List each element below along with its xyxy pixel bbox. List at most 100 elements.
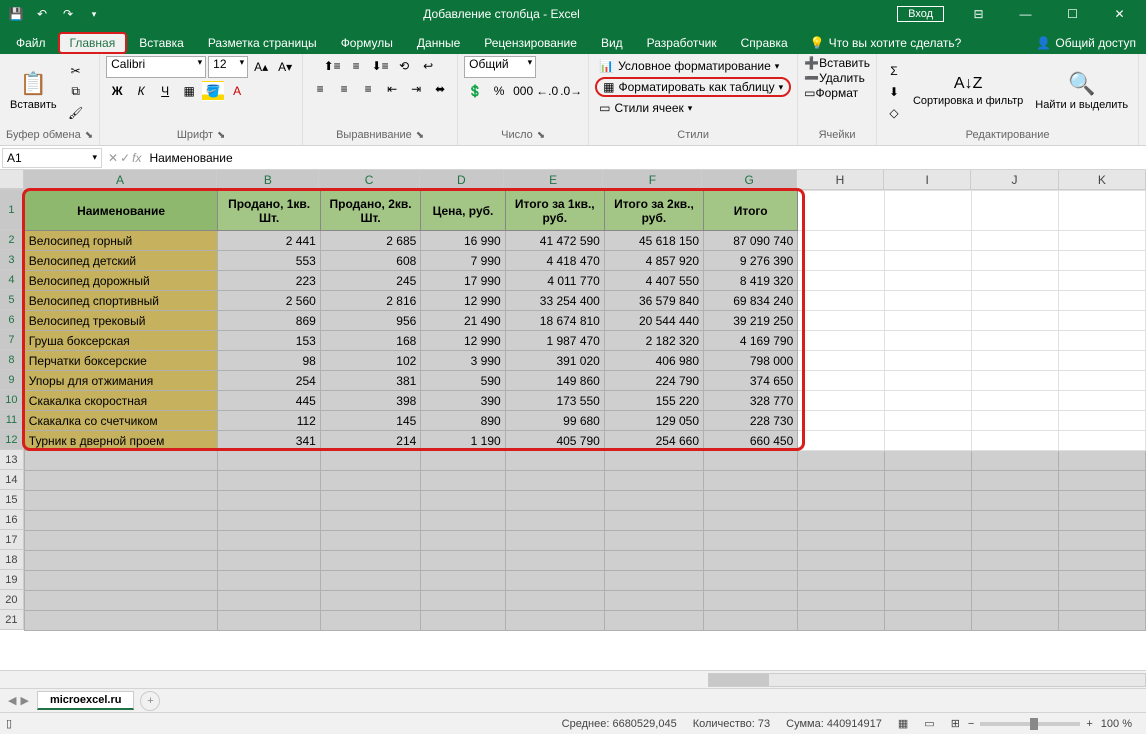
tab-developer[interactable]: Разработчик [635,32,729,54]
cell[interactable]: 4 418 470 [505,251,604,271]
cell[interactable]: 168 [320,331,420,351]
row-header-18[interactable]: 18 [0,550,24,570]
cell[interactable]: 8 419 320 [704,271,798,291]
row-header-19[interactable]: 19 [0,570,24,590]
row-header-16[interactable]: 16 [0,510,24,530]
cell[interactable]: 223 [218,271,320,291]
view-pagelayout-icon[interactable]: ▭ [916,717,942,730]
row-header-4[interactable]: 4 [0,270,24,290]
col-header-B[interactable]: B [217,170,319,189]
merge-icon[interactable]: ⬌ [429,79,451,99]
clipboard-launcher-icon[interactable]: ⬊ [85,130,93,141]
cell[interactable]: 869 [218,311,320,331]
tab-pagelayout[interactable]: Разметка страницы [196,32,329,54]
tab-file[interactable]: Файл [4,32,58,54]
cell[interactable]: 445 [218,391,320,411]
cell[interactable]: 39 219 250 [704,311,798,331]
cell[interactable]: 4 169 790 [704,331,798,351]
cell[interactable]: 33 254 400 [505,291,604,311]
row-header-12[interactable]: 12 [0,430,24,450]
conditional-formatting-button[interactable]: 📊Условное форматирование▾ [595,56,783,76]
tab-insert[interactable]: Вставка [127,32,196,54]
insert-cells-button[interactable]: ➕Вставить [804,56,870,70]
table-row[interactable]: Скакалка скоростная445398390173 550155 2… [24,391,1145,411]
cell[interactable]: 890 [421,411,505,431]
cell[interactable]: 254 [218,371,320,391]
col-header-H[interactable]: H [797,170,884,189]
name-box[interactable]: A1▾ [2,148,102,168]
table-row[interactable] [24,551,1145,571]
record-macro-icon[interactable]: ▯ [6,717,12,730]
table-header[interactable]: Итого [704,191,798,231]
cell[interactable]: 153 [218,331,320,351]
cell[interactable]: 98 [218,351,320,371]
cell[interactable]: Велосипед детский [24,251,218,271]
table-header[interactable]: Продано, 1кв. Шт. [218,191,320,231]
col-header-J[interactable]: J [971,170,1058,189]
align-top-icon[interactable]: ⬆≡ [321,56,343,76]
col-header-K[interactable]: K [1059,170,1146,189]
sort-filter-button[interactable]: A↓ZСортировка и фильтр [909,59,1027,125]
cell[interactable]: 553 [218,251,320,271]
cell[interactable]: 398 [320,391,420,411]
cell[interactable]: 2 182 320 [604,331,703,351]
cell[interactable]: 87 090 740 [704,231,798,251]
table-row[interactable]: Упоры для отжимания254381590149 860224 7… [24,371,1145,391]
cell[interactable]: 391 020 [505,351,604,371]
col-header-F[interactable]: F [603,170,702,189]
row-header-2[interactable]: 2 [0,230,24,250]
select-all-corner[interactable] [0,170,24,189]
table-row[interactable] [24,591,1145,611]
row-header-20[interactable]: 20 [0,590,24,610]
cell[interactable]: 228 730 [704,411,798,431]
format-painter-icon[interactable]: 🖌 [65,103,87,123]
align-bottom-icon[interactable]: ⬇≡ [369,56,391,76]
spreadsheet-grid[interactable]: ABCDEFGHIJK 1234567891011121314151617181… [0,170,1146,670]
cell[interactable]: Упоры для отжимания [24,371,218,391]
view-normal-icon[interactable]: ▦ [890,717,916,730]
cell[interactable]: 2 560 [218,291,320,311]
close-icon[interactable]: ✕ [1097,0,1142,28]
bold-icon[interactable]: Ж [106,81,128,101]
cell[interactable]: 1 987 470 [505,331,604,351]
table-header[interactable]: Итого за 1кв., руб. [505,191,604,231]
cell[interactable]: 590 [421,371,505,391]
view-pagebreak-icon[interactable]: ⊞ [943,717,968,730]
table-header[interactable]: Наименование [24,191,218,231]
cell[interactable]: 2 685 [320,231,420,251]
row-header-11[interactable]: 11 [0,410,24,430]
cell[interactable]: Велосипед горный [24,231,218,251]
cancel-formula-icon[interactable]: ✕ [108,151,118,165]
tab-home[interactable]: Главная [58,32,128,54]
align-right-icon[interactable]: ≡ [357,79,379,99]
format-cells-button[interactable]: ▭Формат [804,86,858,100]
sheet-nav-next-icon[interactable]: ▶ [20,694,28,707]
confirm-formula-icon[interactable]: ✓ [120,151,130,165]
currency-icon[interactable]: 💲 [464,81,486,101]
cell[interactable]: 214 [320,431,420,451]
cell[interactable]: 245 [320,271,420,291]
fill-color-icon[interactable]: 🪣 [202,81,224,101]
table-row[interactable] [24,511,1145,531]
copy-icon[interactable]: ⧉ [65,82,87,102]
table-row[interactable]: Велосипед детский5536087 9904 418 4704 8… [24,251,1145,271]
qat-dropdown-icon[interactable]: ▾ [82,2,106,26]
cell[interactable]: 12 990 [421,331,505,351]
cell[interactable]: Скакалка скоростная [24,391,218,411]
cell[interactable]: 341 [218,431,320,451]
row-header-3[interactable]: 3 [0,250,24,270]
cell[interactable]: 1 190 [421,431,505,451]
table-row[interactable]: Перчатки боксерские981023 990391 020406 … [24,351,1145,371]
table-row[interactable] [24,531,1145,551]
cell[interactable]: 12 990 [421,291,505,311]
table-header[interactable]: Продано, 2кв. Шт. [320,191,420,231]
row-header-8[interactable]: 8 [0,350,24,370]
save-icon[interactable]: 💾 [4,2,28,26]
col-header-C[interactable]: C [319,170,419,189]
font-name-select[interactable]: Calibri [106,56,206,78]
row-header-15[interactable]: 15 [0,490,24,510]
cell[interactable]: 4 011 770 [505,271,604,291]
tab-formulas[interactable]: Формулы [329,32,405,54]
cell[interactable]: 18 674 810 [505,311,604,331]
comma-icon[interactable]: 000 [512,81,534,101]
